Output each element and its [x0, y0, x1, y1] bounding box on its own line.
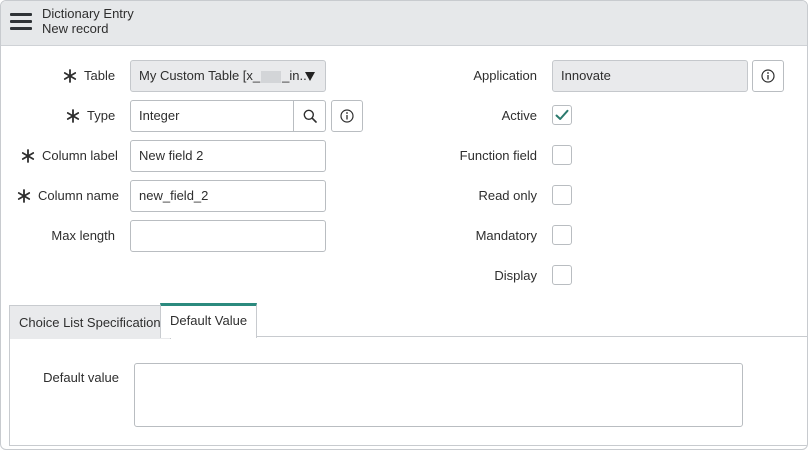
default-value-label: Default value: [43, 370, 119, 385]
checkmark-icon: [555, 109, 569, 120]
hamburger-menu-icon[interactable]: [10, 12, 32, 30]
caret-down-icon: [305, 72, 315, 81]
column-label-label: Column label: [42, 148, 118, 163]
type-input[interactable]: Integer: [130, 100, 295, 132]
application-field: Innovate: [552, 60, 748, 92]
redacted-text: [261, 70, 282, 83]
tab-default-value[interactable]: Default Value: [160, 303, 258, 338]
form-title: Dictionary Entry: [42, 6, 134, 21]
required-asterisk-icon: [63, 69, 77, 83]
type-info-button[interactable]: [331, 100, 363, 132]
form-header: Dictionary Entry New record: [1, 1, 807, 46]
magnifier-icon: [303, 109, 317, 123]
column-label-input[interactable]: New field 2: [130, 140, 326, 172]
table-value-suffix: _in..: [282, 68, 307, 83]
column-name-input[interactable]: new_field_2: [130, 180, 326, 212]
table-label: Table: [84, 68, 116, 83]
display-checkbox[interactable]: [552, 265, 572, 285]
type-label: Type: [87, 108, 116, 123]
form-window: Dictionary Entry New record Table My Cus…: [0, 0, 808, 450]
required-asterisk-icon: [21, 149, 35, 163]
application-info-button[interactable]: [752, 60, 784, 92]
tab-choice-list-specification[interactable]: Choice List Specification: [9, 305, 171, 339]
max-length-label: Max length: [51, 228, 115, 243]
active-label: Active: [501, 108, 537, 123]
active-checkbox[interactable]: [552, 105, 572, 125]
display-label: Display: [494, 268, 537, 283]
mandatory-label: Mandatory: [475, 228, 537, 243]
table-value-prefix: My Custom Table [x_: [139, 68, 261, 83]
read-only-checkbox[interactable]: [552, 185, 572, 205]
type-lookup-button[interactable]: [293, 100, 326, 132]
required-asterisk-icon: [66, 109, 80, 123]
default-value-textarea[interactable]: [134, 363, 743, 427]
column-name-label: Column name: [38, 188, 119, 203]
max-length-input[interactable]: [130, 220, 326, 252]
function-field-label: Function field: [459, 148, 537, 163]
table-select[interactable]: My Custom Table [x_ _in..: [130, 60, 326, 92]
info-circle-icon: [340, 109, 354, 123]
info-circle-icon: [761, 69, 775, 83]
required-asterisk-icon: [17, 189, 31, 203]
function-field-checkbox[interactable]: [552, 145, 572, 165]
application-label: Application: [473, 68, 537, 83]
mandatory-checkbox[interactable]: [552, 225, 572, 245]
form-subtitle: New record: [42, 21, 109, 36]
read-only-label: Read only: [478, 188, 537, 203]
